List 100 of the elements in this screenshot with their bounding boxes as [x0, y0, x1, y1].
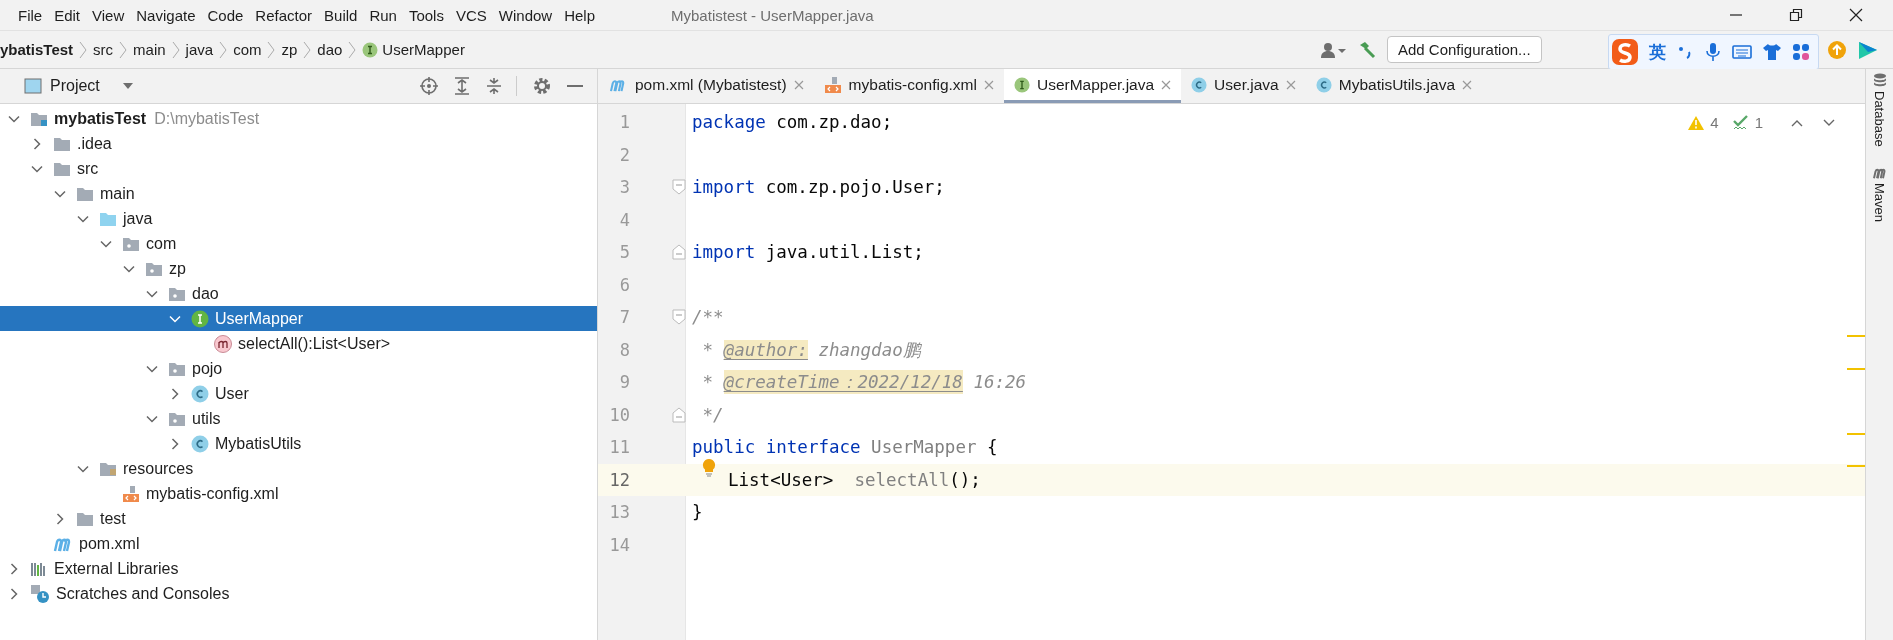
folder-icon: [99, 210, 117, 227]
code-text: {: [986, 437, 998, 458]
menu-item[interactable]: View: [86, 6, 131, 24]
tree-item[interactable]: selectAll():List<User>: [0, 331, 597, 356]
menu-item[interactable]: Run: [363, 6, 403, 24]
code-text: com.zp.dao;: [775, 112, 893, 133]
menu-item[interactable]: Navigate: [130, 6, 202, 24]
panel-title[interactable]: Project: [50, 77, 100, 95]
breadcrumb-item[interactable]: dao: [317, 41, 343, 58]
breadcrumb-item[interactable]: main: [133, 41, 166, 58]
editor-tab[interactable]: UserMapper.java: [1003, 69, 1182, 103]
tree-item[interactable]: .idea: [0, 131, 597, 156]
warning-marker[interactable]: [1847, 368, 1865, 370]
folder-icon: [53, 160, 71, 177]
line-number: 12: [608, 469, 630, 490]
line-number: 10: [608, 404, 630, 425]
line-number: 14: [608, 534, 630, 555]
collapse-all-icon[interactable]: [486, 77, 502, 95]
tree-item[interactable]: Scratches and Consoles: [0, 581, 597, 606]
keyboard-icon[interactable]: [1732, 44, 1752, 60]
input-mode-toggle[interactable]: 英: [1649, 40, 1666, 64]
package-icon: [145, 260, 163, 277]
close-icon[interactable]: [1849, 8, 1863, 22]
chevron-right-icon[interactable]: [169, 387, 181, 400]
input-method-logo-icon[interactable]: [1611, 38, 1639, 66]
package-icon: [168, 360, 186, 377]
menu-item[interactable]: Refactor: [249, 6, 319, 24]
locate-icon[interactable]: [420, 77, 438, 95]
line-number: 1: [618, 112, 630, 133]
run-configuration-button[interactable]: Add Configuration...: [1387, 36, 1542, 63]
chevron-up-icon[interactable]: [1791, 118, 1803, 127]
chevron-right-icon[interactable]: [8, 587, 20, 600]
chevron-right-icon[interactable]: [169, 437, 181, 450]
chevron-right-icon[interactable]: [54, 512, 66, 525]
tree-item[interactable]: mybatis-config.xml: [0, 481, 597, 506]
xml-file-icon: [823, 75, 842, 94]
side-tool-button[interactable]: Database: [1872, 73, 1887, 147]
grid-icon[interactable]: [1792, 43, 1810, 61]
breadcrumb-item[interactable]: src: [93, 41, 114, 58]
breadcrumb-item[interactable]: java: [185, 41, 214, 58]
typo-icon[interactable]: [1732, 114, 1749, 131]
menu-item[interactable]: File: [12, 6, 49, 24]
tree-item[interactable]: External Libraries: [0, 556, 597, 581]
tree-item[interactable]: MybatisUtils: [0, 431, 597, 456]
tree-item[interactable]: dao: [0, 281, 597, 306]
line-number: 7: [618, 307, 630, 328]
tree-item[interactable]: java: [0, 206, 597, 231]
restore-icon[interactable]: [1789, 8, 1803, 22]
warning-marker[interactable]: [1847, 433, 1865, 435]
tree-item[interactable]: UserMapper: [0, 306, 597, 331]
side-tool-button[interactable]: Maven: [1871, 166, 1888, 222]
tree-item[interactable]: test: [0, 506, 597, 531]
separator-icon: [119, 40, 128, 59]
tree-item[interactable]: User: [0, 381, 597, 406]
dropdown-icon[interactable]: [121, 82, 134, 90]
tree-item[interactable]: com: [0, 231, 597, 256]
editor-tab[interactable]: MybatisUtils.java: [1305, 69, 1482, 103]
breadcrumb-item[interactable]: ybatisTest: [0, 41, 74, 58]
warning-count: 4: [1710, 114, 1719, 131]
tree-item[interactable]: pom.xml: [0, 531, 597, 556]
warning-marker[interactable]: [1847, 465, 1865, 467]
menu-item[interactable]: Build: [318, 6, 364, 24]
database-icon: [1872, 73, 1887, 87]
chevron-right-icon[interactable]: [31, 137, 43, 150]
chevron-right-icon[interactable]: [8, 562, 20, 575]
breadcrumb-item[interactable]: UserMapper: [382, 41, 465, 58]
tree-item[interactable]: zp: [0, 256, 597, 281]
line-number: 9: [618, 372, 630, 393]
separator-icon: [79, 40, 88, 59]
tree-item[interactable]: utils: [0, 406, 597, 431]
menu-item[interactable]: Tools: [402, 6, 450, 24]
editor-tab[interactable]: User.java: [1181, 69, 1306, 103]
tree-item[interactable]: main: [0, 181, 597, 206]
user-icon[interactable]: [1319, 40, 1347, 59]
editor-tab[interactable]: mybatis-config.xml: [813, 69, 1004, 103]
tree-item-label: selectAll():List<User>: [238, 334, 391, 353]
breadcrumb-item[interactable]: com: [233, 41, 262, 58]
microphone-icon[interactable]: [1704, 42, 1722, 62]
settings-icon[interactable]: [533, 77, 551, 95]
menu-item[interactable]: Edit: [48, 6, 87, 24]
line-number: 11: [608, 437, 630, 458]
chevron-down-icon[interactable]: [1823, 118, 1835, 127]
tree-item-path: D:\mybatisTest: [154, 109, 260, 128]
tree-item[interactable]: src: [0, 156, 597, 181]
menu-item[interactable]: VCS: [449, 6, 493, 24]
code-text: }: [692, 502, 703, 523]
tree-item[interactable]: mybatisTest D:\mybatisTest: [0, 106, 597, 131]
tree-item[interactable]: pojo: [0, 356, 597, 381]
menu-item[interactable]: Help: [558, 6, 602, 24]
hide-icon[interactable]: [567, 84, 583, 88]
code-text: zhangdao鹏: [817, 338, 921, 362]
warning-marker[interactable]: [1847, 335, 1865, 337]
expand-all-icon[interactable]: [454, 77, 470, 95]
shirt-icon[interactable]: [1762, 43, 1782, 61]
editor-tab[interactable]: pom.xml (Mybatistest): [598, 69, 814, 103]
breadcrumb-item[interactable]: zp: [281, 41, 298, 58]
menu-item[interactable]: Code: [201, 6, 250, 24]
typo-count: 1: [1754, 114, 1763, 131]
menu-item[interactable]: Window: [492, 6, 559, 24]
tree-item[interactable]: resources: [0, 456, 597, 481]
